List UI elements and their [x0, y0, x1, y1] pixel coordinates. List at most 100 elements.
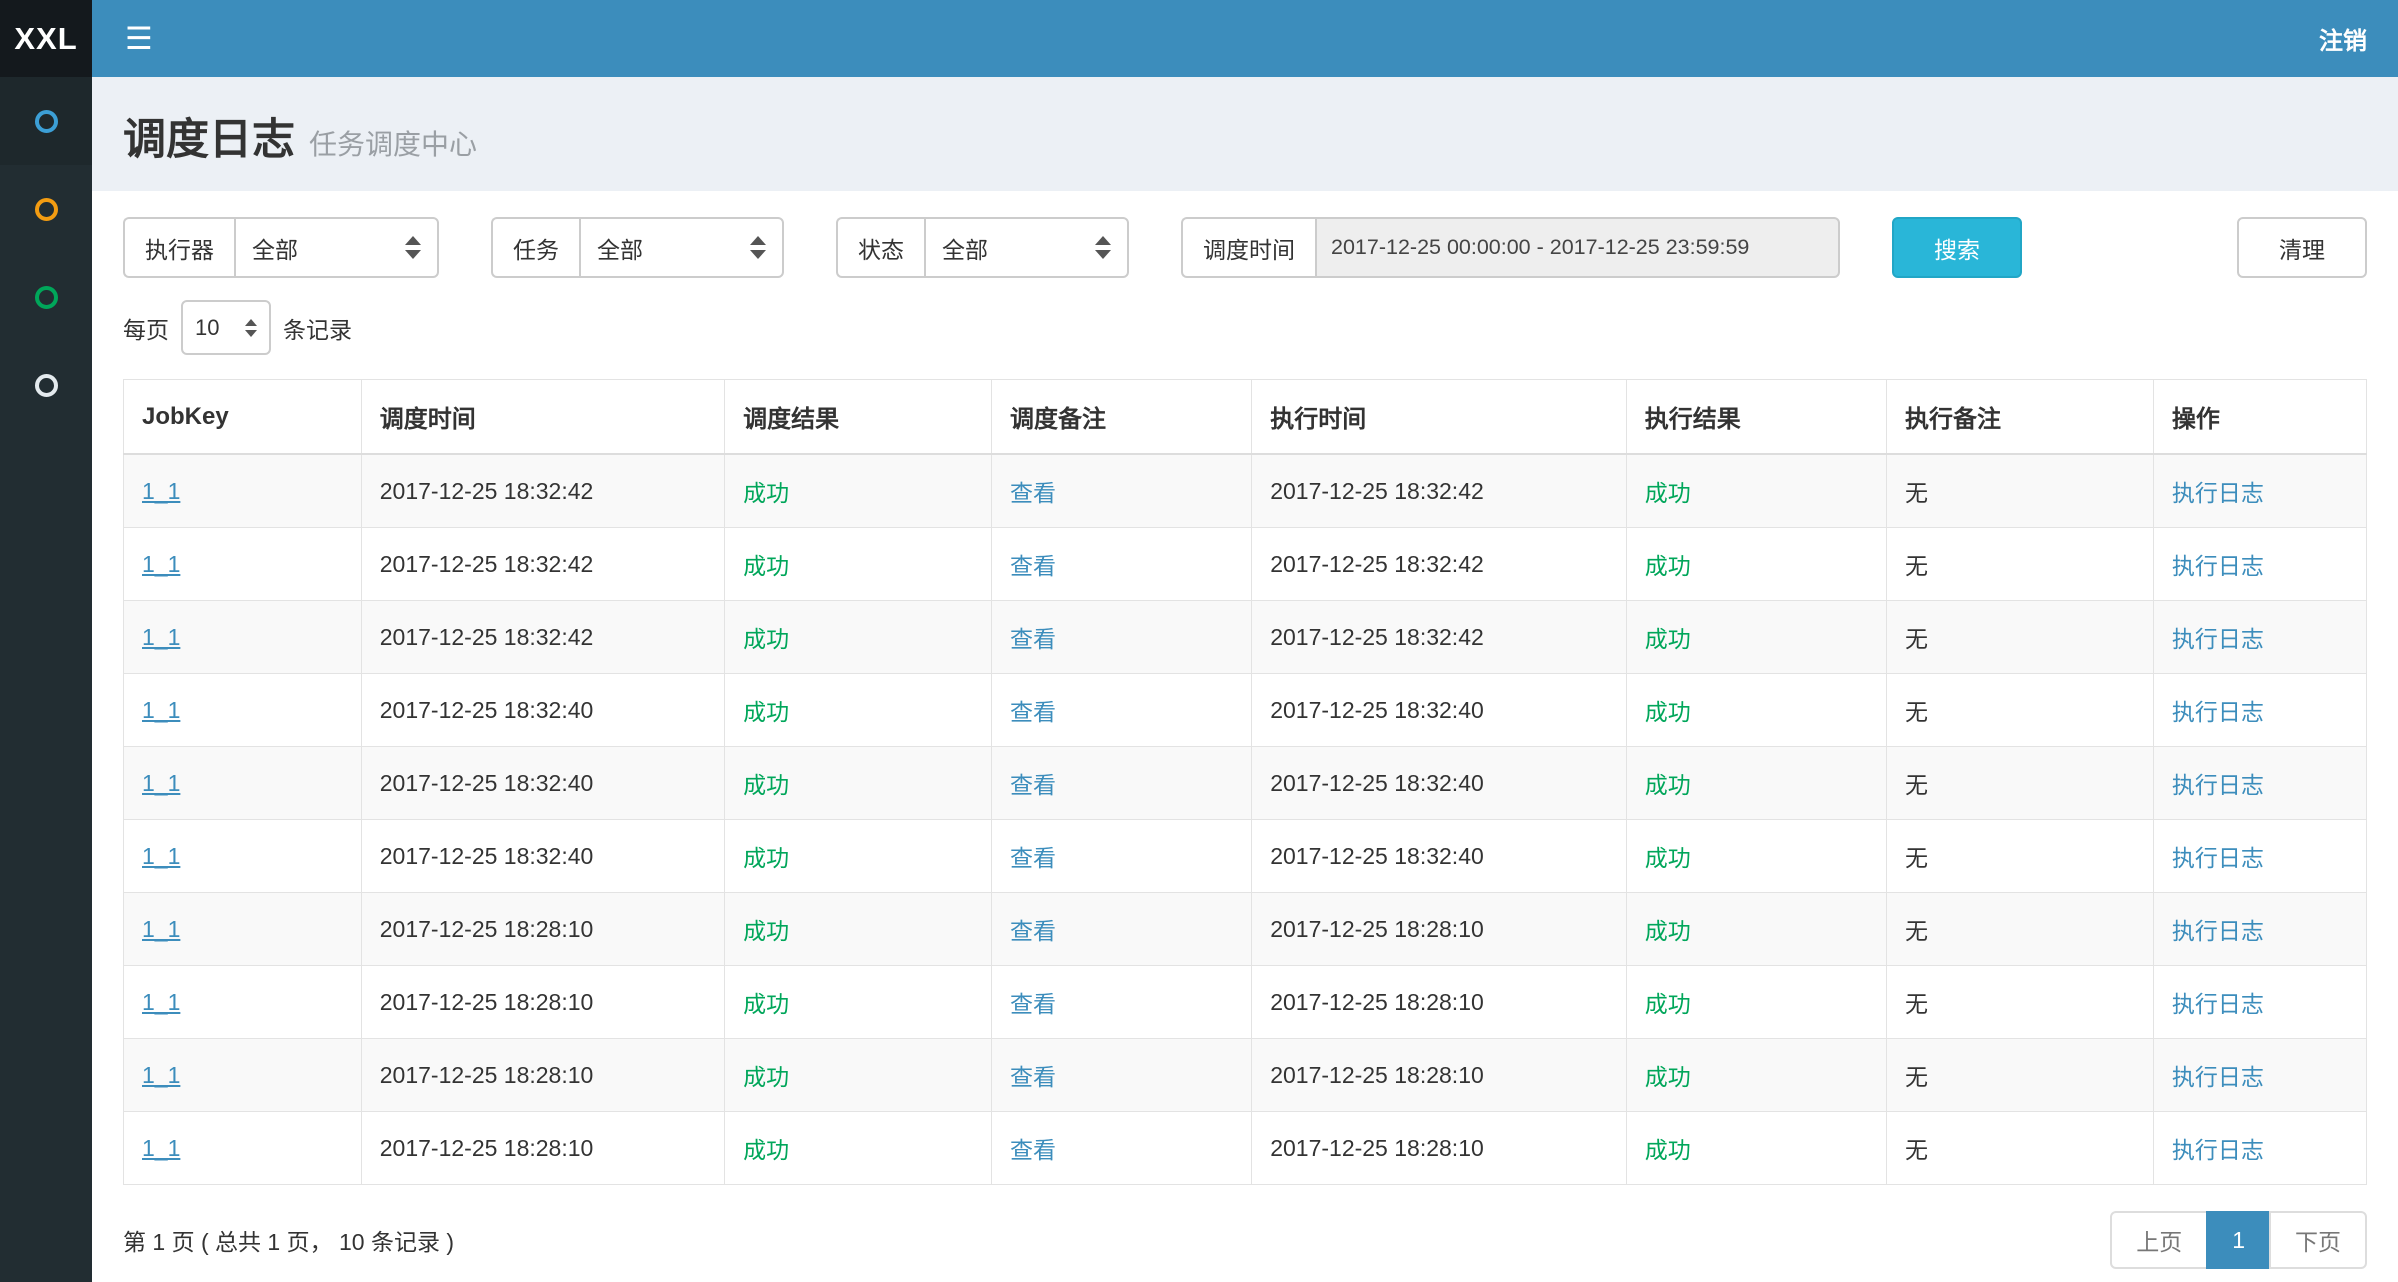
schedule-result: 成功 [743, 626, 789, 652]
exec-result: 成功 [1645, 553, 1691, 579]
schedule-result: 成功 [743, 480, 789, 506]
jobkey-link[interactable]: 1_1 [142, 843, 180, 869]
page-size-select[interactable]: 10 [181, 300, 271, 355]
schedule-time: 2017-12-25 18:32:40 [380, 697, 594, 723]
jobkey-link[interactable]: 1_1 [142, 770, 180, 796]
table-row: 1_1 2017-12-25 18:28:10 成功 查看 2017-12-25 18:… [124, 1039, 2367, 1112]
circle-icon [35, 286, 58, 309]
executor-filter-label: 执行器 [123, 217, 234, 278]
log-table-head-row: JobKey调度时间调度结果调度备注执行时间执行结果执行备注操作 [124, 380, 2367, 455]
column-header: 调度结果 [725, 380, 992, 455]
view-remark-link[interactable]: 查看 [1010, 845, 1056, 871]
log-table-head: JobKey调度时间调度结果调度备注执行时间执行结果执行备注操作 [124, 380, 2367, 455]
exec-log-link[interactable]: 执行日志 [2172, 626, 2264, 652]
table-row: 1_1 2017-12-25 18:32:40 成功 查看 2017-12-25 18:… [124, 747, 2367, 820]
sidebar-menu-item[interactable] [0, 165, 92, 253]
view-remark-link[interactable]: 查看 [1010, 772, 1056, 798]
sidebar-menu-item[interactable] [0, 341, 92, 429]
view-remark-link[interactable]: 查看 [1010, 991, 1056, 1017]
schedule-result: 成功 [743, 991, 789, 1017]
circle-icon [35, 198, 58, 221]
exec-remark: 无 [1905, 626, 1928, 652]
page-title-text: 调度日志 [123, 116, 295, 164]
executor-filter-group: 执行器 全部 [123, 217, 439, 278]
top-navbar: XXL ☰ 注销 [0, 0, 2398, 77]
schedule-result: 成功 [743, 918, 789, 944]
exec-remark: 无 [1905, 918, 1928, 944]
exec-log-link[interactable]: 执行日志 [2172, 845, 2264, 871]
exec-time: 2017-12-25 18:32:42 [1270, 551, 1484, 577]
schedule-time: 2017-12-25 18:32:40 [380, 843, 594, 869]
job-filter-select[interactable]: 全部 [579, 217, 784, 278]
view-remark-link[interactable]: 查看 [1010, 626, 1056, 652]
exec-time: 2017-12-25 18:28:10 [1270, 1135, 1484, 1161]
view-remark-link[interactable]: 查看 [1010, 553, 1056, 579]
select-spinner-icon [1095, 236, 1111, 259]
exec-time: 2017-12-25 18:32:40 [1270, 843, 1484, 869]
job-filter-value: 全部 [597, 231, 643, 265]
exec-result: 成功 [1645, 1064, 1691, 1090]
exec-time: 2017-12-25 18:28:10 [1270, 1062, 1484, 1088]
status-filter-value: 全部 [942, 231, 988, 265]
prev-page-button[interactable]: 上页 [2110, 1211, 2208, 1269]
view-remark-link[interactable]: 查看 [1010, 480, 1056, 506]
exec-log-link[interactable]: 执行日志 [2172, 918, 2264, 944]
schedule-result: 成功 [743, 553, 789, 579]
jobkey-link[interactable]: 1_1 [142, 1135, 180, 1161]
exec-time: 2017-12-25 18:32:40 [1270, 697, 1484, 723]
page-size-value: 10 [195, 315, 219, 341]
executor-filter-select[interactable]: 全部 [234, 217, 439, 278]
exec-log-link[interactable]: 执行日志 [2172, 553, 2264, 579]
exec-remark: 无 [1905, 553, 1928, 579]
exec-log-link[interactable]: 执行日志 [2172, 1064, 2264, 1090]
column-header: 执行备注 [1886, 380, 2153, 455]
exec-log-link[interactable]: 执行日志 [2172, 699, 2264, 725]
schedule-time: 2017-12-25 18:32:40 [380, 770, 594, 796]
view-remark-link[interactable]: 查看 [1010, 1064, 1056, 1090]
next-page-button[interactable]: 下页 [2269, 1211, 2367, 1269]
sidebar-menu-item[interactable] [0, 253, 92, 341]
schedule-time: 2017-12-25 18:28:10 [380, 1062, 594, 1088]
view-remark-link[interactable]: 查看 [1010, 699, 1056, 725]
exec-result: 成功 [1645, 480, 1691, 506]
exec-log-link[interactable]: 执行日志 [2172, 1137, 2264, 1163]
column-header: 调度备注 [992, 380, 1252, 455]
select-spinner-icon [245, 319, 257, 337]
logout-link[interactable]: 注销 [2319, 21, 2367, 56]
jobkey-link[interactable]: 1_1 [142, 916, 180, 942]
app-logo: XXL [0, 0, 92, 77]
search-button[interactable]: 搜索 [1892, 217, 2022, 278]
executor-filter-value: 全部 [252, 231, 298, 265]
status-filter-label: 状态 [836, 217, 924, 278]
schedule-result: 成功 [743, 845, 789, 871]
page-number-button[interactable]: 1 [2206, 1211, 2271, 1269]
exec-time: 2017-12-25 18:32:40 [1270, 770, 1484, 796]
exec-log-link[interactable]: 执行日志 [2172, 480, 2264, 506]
jobkey-link[interactable]: 1_1 [142, 478, 180, 504]
page-size-suffix: 条记录 [283, 311, 352, 345]
sidebar-menu-item[interactable] [0, 77, 92, 165]
status-filter-group: 状态 全部 [836, 217, 1129, 278]
status-filter-select[interactable]: 全部 [924, 217, 1129, 278]
log-table-body: 1_12017-12-25 18:32:42成功查看2017-12-25 18:… [124, 454, 2367, 1185]
view-remark-link[interactable]: 查看 [1010, 1137, 1056, 1163]
sidebar-toggle-button[interactable]: ☰ [125, 23, 153, 54]
jobkey-link[interactable]: 1_1 [142, 697, 180, 723]
jobkey-link[interactable]: 1_1 [142, 551, 180, 577]
jobkey-link[interactable]: 1_1 [142, 1062, 180, 1088]
schedule-time: 2017-12-25 18:28:10 [380, 989, 594, 1015]
schedule-time-range-input[interactable]: 2017-12-25 00:00:00 - 2017-12-25 23:59:5… [1315, 217, 1840, 278]
jobkey-link[interactable]: 1_1 [142, 989, 180, 1015]
navbar: ☰ 注销 [92, 0, 2398, 77]
exec-remark: 无 [1905, 1137, 1928, 1163]
clear-button[interactable]: 清理 [2237, 217, 2367, 278]
exec-result: 成功 [1645, 845, 1691, 871]
page-size-prefix: 每页 [123, 311, 169, 345]
page-subtitle: 任务调度中心 [309, 129, 477, 160]
exec-log-link[interactable]: 执行日志 [2172, 991, 2264, 1017]
exec-log-link[interactable]: 执行日志 [2172, 772, 2264, 798]
table-footer: 第 1 页 ( 总共 1 页， 10 条记录 ) 上页 1 下页 [123, 1211, 2367, 1269]
jobkey-link[interactable]: 1_1 [142, 624, 180, 650]
view-remark-link[interactable]: 查看 [1010, 918, 1056, 944]
schedule-result: 成功 [743, 772, 789, 798]
